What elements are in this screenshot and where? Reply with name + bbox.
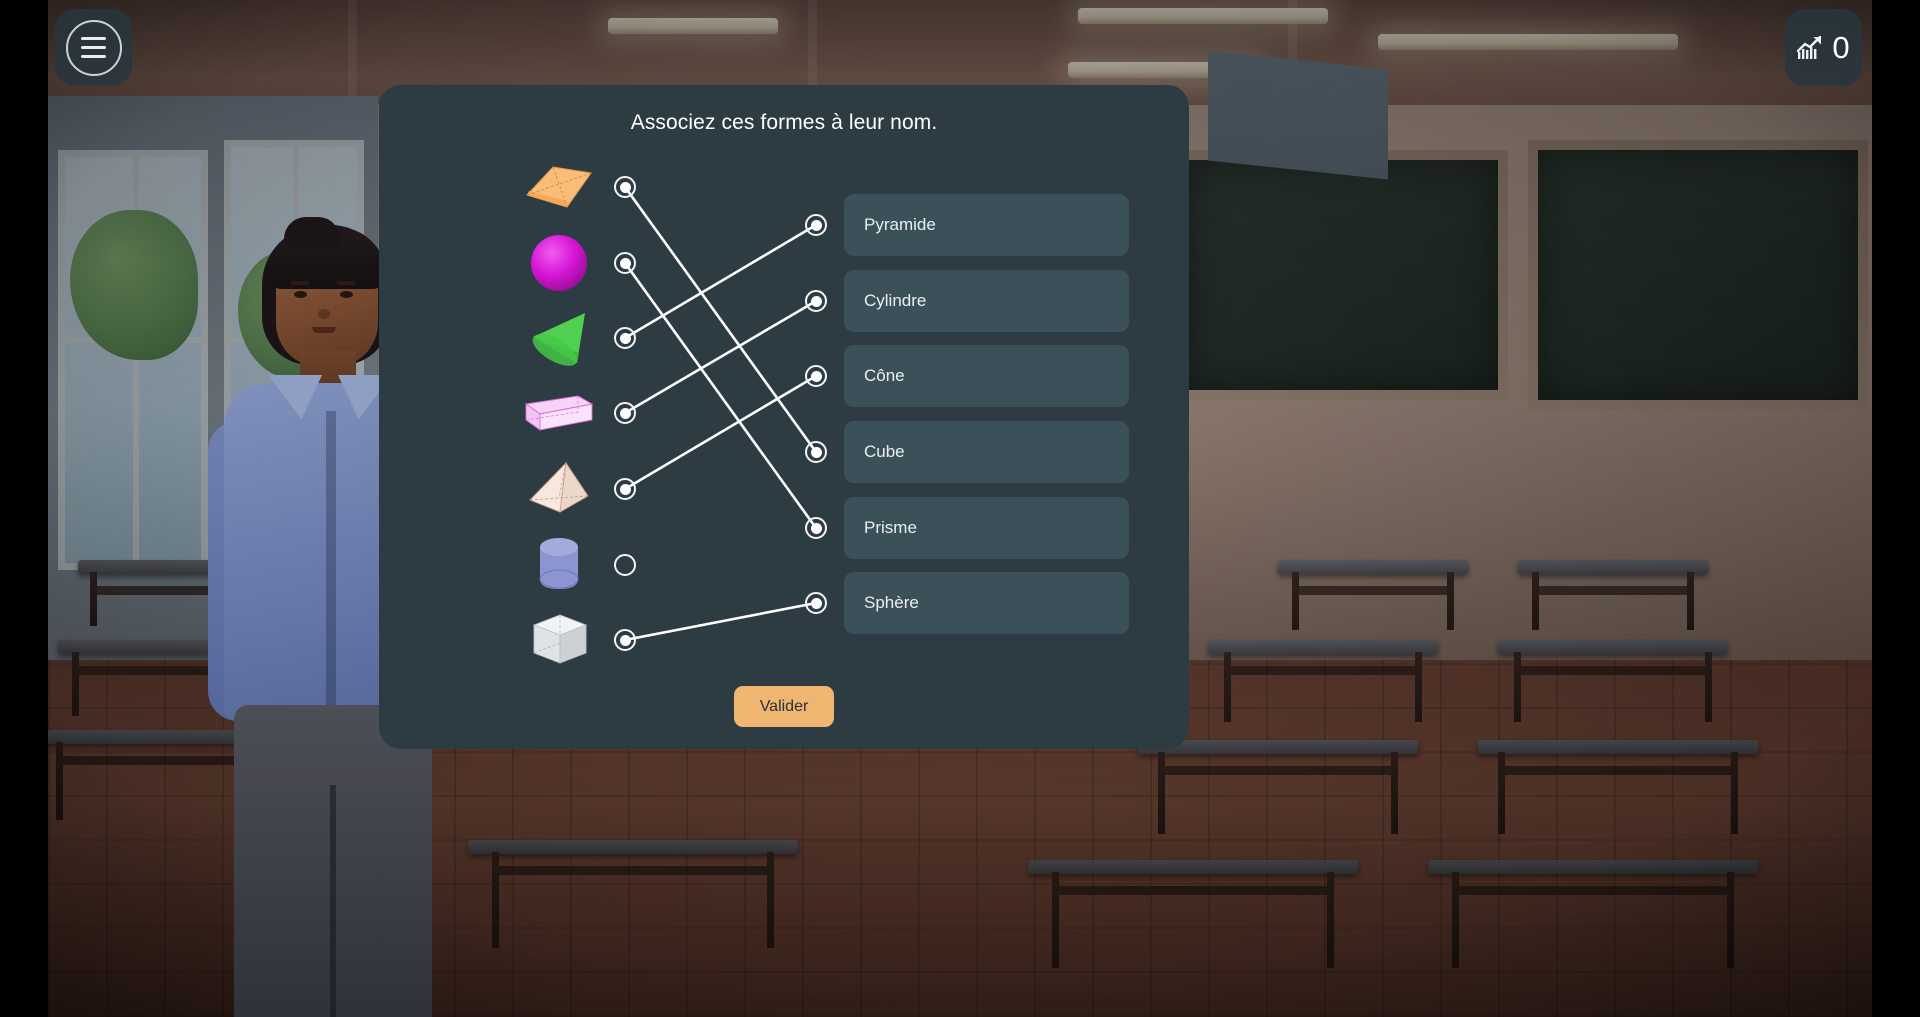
answer-option-sphere[interactable]: Sphère bbox=[844, 572, 1129, 634]
cone-icon bbox=[532, 313, 585, 366]
answer-connector-dot-pyramide[interactable] bbox=[805, 214, 827, 236]
answer-connector-dot-cube[interactable] bbox=[805, 441, 827, 463]
blackboard bbox=[1178, 150, 1508, 400]
connection-lines bbox=[623, 186, 818, 642]
score-widget: 0 bbox=[1785, 9, 1862, 86]
answer-label: Cube bbox=[864, 442, 905, 461]
answer-option-prisme[interactable]: Prisme bbox=[844, 497, 1129, 559]
answer-connector-dot-cone[interactable] bbox=[805, 365, 827, 387]
quiz-panel: Associez ces formes à leur nom. Pyramide… bbox=[379, 85, 1189, 749]
app-stage: 0 Associez ces formes à leur nom. Pyrami… bbox=[0, 0, 1920, 1017]
answer-label: Cône bbox=[864, 366, 905, 385]
validate-button[interactable]: Valider bbox=[734, 686, 834, 727]
quiz-title: Associez ces formes à leur nom. bbox=[630, 111, 938, 134]
shape-sphere[interactable] bbox=[519, 227, 599, 299]
sphere-icon bbox=[531, 235, 587, 291]
answer-option-cone[interactable]: Cône bbox=[844, 345, 1129, 407]
letterbox-left bbox=[0, 0, 48, 1017]
hamburger-menu-button[interactable] bbox=[55, 9, 132, 86]
desk bbox=[1518, 560, 1708, 630]
answer-connector-dot-sphere[interactable] bbox=[805, 592, 827, 614]
shape-connector-dot-pyramid[interactable] bbox=[614, 478, 636, 500]
ceiling-light bbox=[1078, 8, 1328, 24]
shape-connector-dot-sphere[interactable] bbox=[614, 252, 636, 274]
hamburger-menu-icon bbox=[65, 19, 122, 76]
shape-cylinder[interactable] bbox=[519, 528, 599, 600]
desk bbox=[1028, 860, 1358, 968]
shape-connector-dot-cylinder[interactable] bbox=[614, 554, 636, 576]
shape-triangular-prism[interactable] bbox=[519, 151, 599, 223]
answer-connector-dot-cylindre[interactable] bbox=[805, 290, 827, 312]
rising-chart-icon bbox=[1797, 35, 1822, 59]
wall-panel bbox=[1208, 50, 1388, 180]
desk bbox=[1208, 640, 1438, 722]
pyramid-icon bbox=[529, 461, 589, 513]
ceiling-light bbox=[608, 18, 778, 34]
shape-connector-dot-triangular-prism[interactable] bbox=[614, 176, 636, 198]
answer-label: Sphère bbox=[864, 593, 919, 612]
desk bbox=[1138, 740, 1418, 834]
score-value: 0 bbox=[1832, 30, 1850, 65]
cylinder-icon bbox=[539, 538, 579, 589]
shape-connector-dot-rectangular-box[interactable] bbox=[614, 402, 636, 424]
shape-rectangular-box[interactable] bbox=[519, 377, 599, 449]
shape-cone[interactable] bbox=[519, 302, 599, 374]
shape-cube[interactable] bbox=[519, 604, 599, 676]
cube-icon bbox=[532, 614, 588, 664]
answer-label: Prisme bbox=[864, 518, 917, 537]
shape-connector-dot-cube[interactable] bbox=[614, 629, 636, 651]
answer-option-cube[interactable]: Cube bbox=[844, 421, 1129, 483]
answer-option-cylindre[interactable]: Cylindre bbox=[844, 270, 1129, 332]
shape-connector-dot-cone[interactable] bbox=[614, 327, 636, 349]
answer-connector-dot-prisme[interactable] bbox=[805, 517, 827, 539]
blackboard bbox=[1528, 140, 1868, 410]
answer-label: Cylindre bbox=[864, 291, 927, 310]
ceiling-light bbox=[1378, 34, 1678, 50]
answer-option-pyramide[interactable]: Pyramide bbox=[844, 194, 1129, 256]
triangular-prism-icon bbox=[526, 166, 592, 208]
desk bbox=[1428, 860, 1758, 968]
desk bbox=[1278, 560, 1468, 630]
desk bbox=[1498, 640, 1728, 722]
answer-label: Pyramide bbox=[864, 215, 936, 234]
shape-pyramid[interactable] bbox=[519, 453, 599, 525]
rectangular-box-icon bbox=[524, 395, 594, 431]
desk bbox=[1478, 740, 1758, 834]
letterbox-right bbox=[1872, 0, 1920, 1017]
